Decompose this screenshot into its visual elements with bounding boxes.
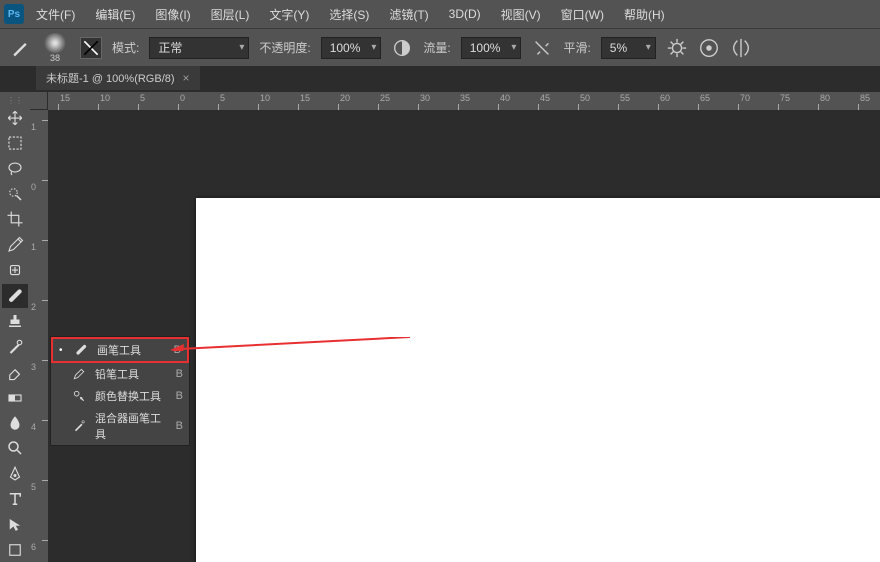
flow-dropdown[interactable]: 100% xyxy=(461,37,522,59)
main-area: ⋮⋮ 1510505101520253035404550556065707580… xyxy=(0,92,880,562)
healing-tool[interactable] xyxy=(2,259,28,282)
pressure-toggle[interactable] xyxy=(80,37,102,59)
canvas[interactable] xyxy=(196,198,880,562)
flyout-brush-key: B xyxy=(174,344,181,356)
blur-tool[interactable] xyxy=(2,411,28,434)
menu-type[interactable]: 文字(Y) xyxy=(261,2,317,27)
flyout-active-dot: • xyxy=(59,345,65,356)
tool-preset-icon[interactable] xyxy=(10,38,30,58)
pressure-opacity-icon[interactable] xyxy=(391,37,413,59)
brush-size-label: 38 xyxy=(50,53,60,63)
tab-title: 未标题-1 @ 100%(RGB/8) xyxy=(46,70,175,86)
canvas-area: 151050510152025303540455055606570758085 … xyxy=(30,92,880,562)
flow-label: 流量: xyxy=(423,39,450,56)
tab-close-icon[interactable]: × xyxy=(183,71,190,85)
menu-edit[interactable]: 编辑(E) xyxy=(87,2,143,27)
menu-layer[interactable]: 图层(L) xyxy=(203,2,258,27)
flyout-brush-label: 画笔工具 xyxy=(97,342,166,358)
options-bar: 38 模式: 正常 不透明度: 100% 流量: 100% 平滑: 5% xyxy=(0,28,880,66)
ruler-vertical[interactable]: 10123456 xyxy=(30,110,48,562)
brush-flyout: • 画笔工具 B 铅笔工具 B 颜色替换工具 B 混合器画笔工具 B xyxy=(50,336,190,446)
gear-icon[interactable] xyxy=(666,37,688,59)
smooth-dropdown[interactable]: 5% xyxy=(601,37,656,59)
pencil-icon xyxy=(71,366,87,382)
brush-tool[interactable] xyxy=(2,284,28,307)
stamp-tool[interactable] xyxy=(2,310,28,333)
flyout-pencil-key: B xyxy=(176,368,183,380)
menu-filter[interactable]: 滤镜(T) xyxy=(381,2,436,27)
menu-help[interactable]: 帮助(H) xyxy=(616,2,673,27)
symmetry-icon[interactable] xyxy=(730,37,752,59)
toolbar: ⋮⋮ xyxy=(0,92,30,562)
toolbar-grip[interactable]: ⋮⋮ xyxy=(2,96,28,104)
app-logo[interactable]: Ps xyxy=(4,4,24,24)
move-tool[interactable] xyxy=(2,106,28,129)
ruler-corner[interactable] xyxy=(30,92,48,110)
mode-dropdown[interactable]: 正常 xyxy=(149,37,249,59)
mixer-brush-icon xyxy=(71,418,87,434)
flyout-mixer-key: B xyxy=(176,420,183,432)
flyout-pencil[interactable]: 铅笔工具 B xyxy=(51,363,189,385)
menu-file[interactable]: 文件(F) xyxy=(28,2,83,27)
type-tool[interactable] xyxy=(2,488,28,511)
mode-label: 模式: xyxy=(112,39,139,56)
gradient-tool[interactable] xyxy=(2,386,28,409)
menu-3d[interactable]: 3D(D) xyxy=(441,3,489,25)
menu-image[interactable]: 图像(I) xyxy=(147,2,198,27)
crop-tool[interactable] xyxy=(2,208,28,231)
eyedropper-tool[interactable] xyxy=(2,233,28,256)
flyout-color-replace[interactable]: 颜色替换工具 B xyxy=(51,385,189,407)
shape-tool[interactable] xyxy=(2,538,28,561)
marquee-tool[interactable] xyxy=(2,131,28,154)
brush-preview-circle xyxy=(43,33,67,53)
dodge-tool[interactable] xyxy=(2,437,28,460)
flyout-color-replace-label: 颜色替换工具 xyxy=(95,388,168,404)
pressure-size-icon[interactable] xyxy=(698,37,720,59)
opacity-label: 不透明度: xyxy=(259,39,310,56)
path-select-tool[interactable] xyxy=(2,513,28,536)
history-brush-tool[interactable] xyxy=(2,335,28,358)
brush-preview[interactable]: 38 xyxy=(40,33,70,63)
menu-view[interactable]: 视图(V) xyxy=(493,2,549,27)
document-tab[interactable]: 未标题-1 @ 100%(RGB/8) × xyxy=(36,66,200,92)
flyout-mixer-label: 混合器画笔工具 xyxy=(95,410,168,442)
airbrush-icon[interactable] xyxy=(531,37,553,59)
ruler-horizontal[interactable]: 151050510152025303540455055606570758085 xyxy=(48,92,880,110)
eraser-tool[interactable] xyxy=(2,360,28,383)
smooth-label: 平滑: xyxy=(563,39,590,56)
tab-bar: 未标题-1 @ 100%(RGB/8) × xyxy=(0,66,880,92)
flyout-pencil-label: 铅笔工具 xyxy=(95,366,168,382)
flyout-mixer-brush[interactable]: 混合器画笔工具 B xyxy=(51,407,189,445)
pen-tool[interactable] xyxy=(2,462,28,485)
quick-select-tool[interactable] xyxy=(2,182,28,205)
menu-bar: Ps 文件(F) 编辑(E) 图像(I) 图层(L) 文字(Y) 选择(S) 滤… xyxy=(0,0,880,28)
menu-window[interactable]: 窗口(W) xyxy=(553,2,612,27)
flyout-brush[interactable]: • 画笔工具 B xyxy=(51,337,189,363)
flyout-color-replace-key: B xyxy=(176,390,183,402)
lasso-tool[interactable] xyxy=(2,157,28,180)
opacity-dropdown[interactable]: 100% xyxy=(321,37,382,59)
menu-select[interactable]: 选择(S) xyxy=(321,2,377,27)
brush-icon xyxy=(73,342,89,358)
color-replace-icon xyxy=(71,388,87,404)
